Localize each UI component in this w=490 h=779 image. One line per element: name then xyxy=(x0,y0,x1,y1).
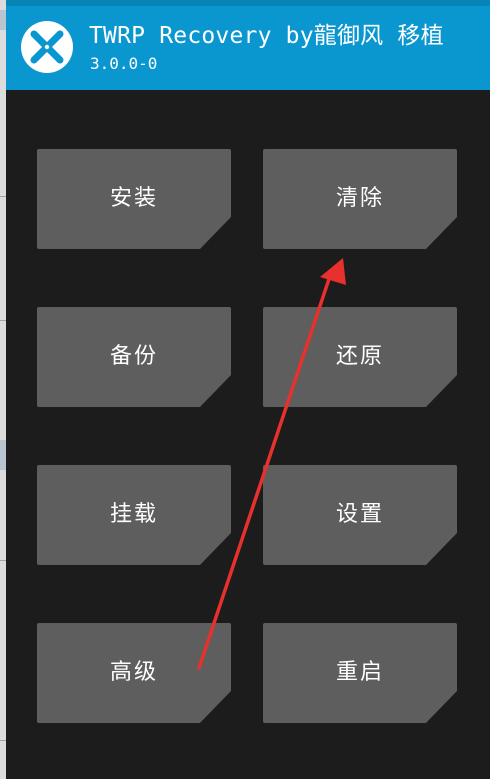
mount-button[interactable]: 挂载 xyxy=(37,465,231,565)
install-button-label: 安装 xyxy=(109,186,158,211)
app-header: TWRP Recovery by龍御风 移植 3.0.0-0 xyxy=(6,0,490,90)
status-strip xyxy=(6,0,490,6)
reboot-button-label: 重启 xyxy=(335,660,384,685)
wipe-button-label: 清除 xyxy=(335,186,384,211)
advanced-button[interactable]: 高级 xyxy=(37,623,231,723)
app-version: 3.0.0-0 xyxy=(90,54,158,73)
backup-button-label: 备份 xyxy=(109,344,158,369)
wipe-button[interactable]: 清除 xyxy=(263,149,457,249)
advanced-button-label: 高级 xyxy=(109,660,158,685)
mount-button-label: 挂载 xyxy=(109,502,158,527)
restore-button-label: 还原 xyxy=(335,344,384,369)
app-title: TWRP Recovery by龍御风 移植 xyxy=(89,23,444,49)
restore-button[interactable]: 还原 xyxy=(263,307,457,407)
reboot-button[interactable]: 重启 xyxy=(263,623,457,723)
backup-button[interactable]: 备份 xyxy=(37,307,231,407)
settings-button[interactable]: 设置 xyxy=(263,465,457,565)
settings-button-label: 设置 xyxy=(335,502,384,527)
recovery-screen: TWRP Recovery by龍御风 移植 3.0.0-0 安装 清除 备份 … xyxy=(6,0,490,779)
twrp-logo-icon xyxy=(21,21,73,73)
install-button[interactable]: 安装 xyxy=(37,149,231,249)
